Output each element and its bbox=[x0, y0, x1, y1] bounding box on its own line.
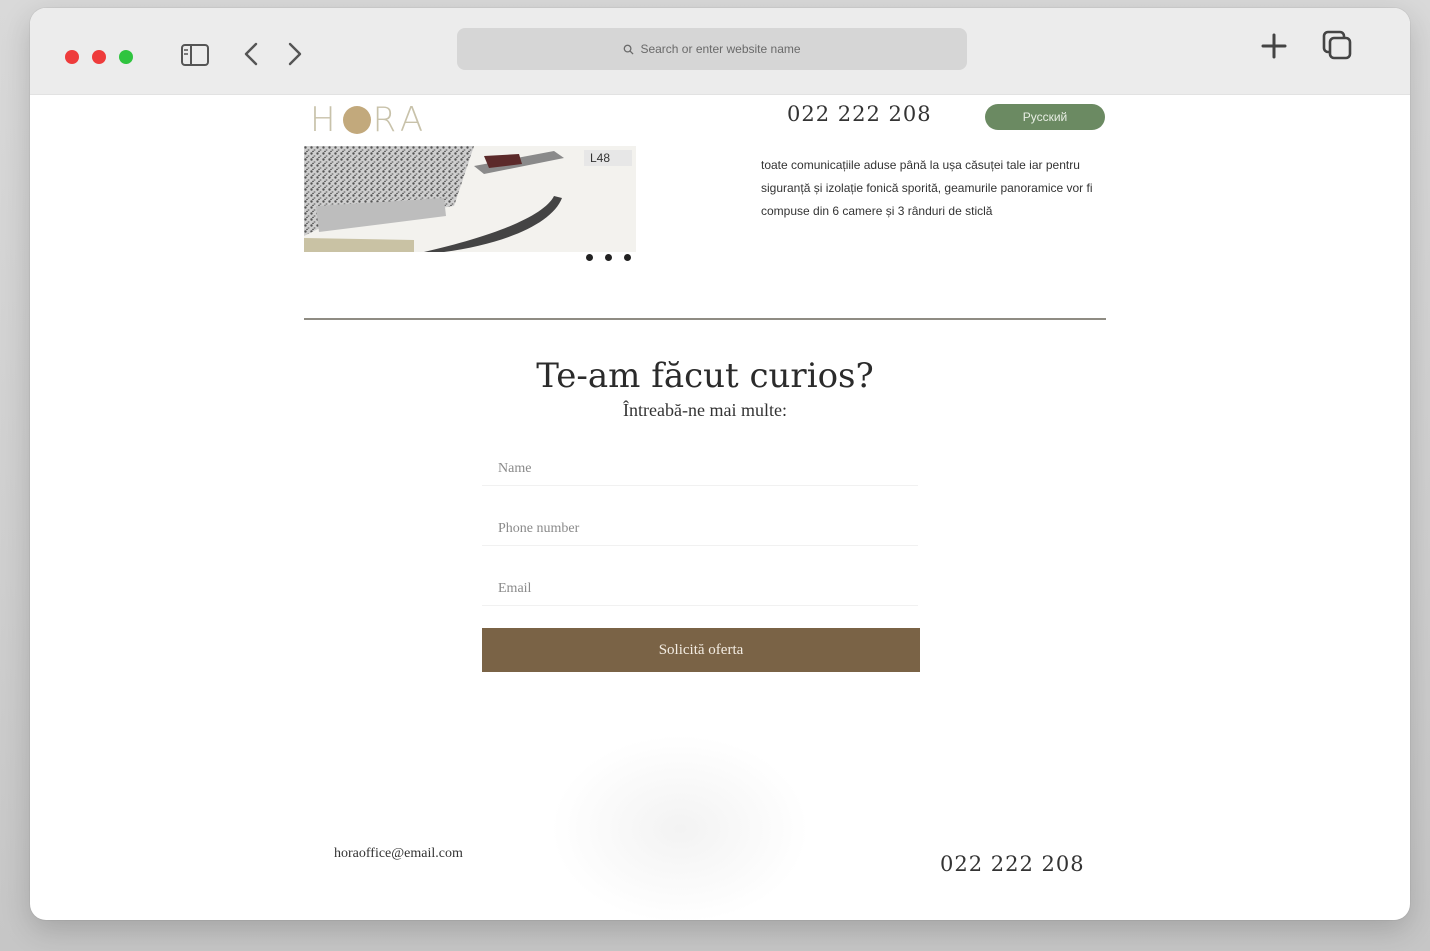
carousel-dot[interactable] bbox=[624, 254, 631, 261]
hero-image-sign: L48 bbox=[590, 151, 610, 165]
site-logo[interactable]: H RA bbox=[310, 100, 428, 140]
carousel-dot[interactable] bbox=[586, 254, 593, 261]
language-button[interactable]: Русский bbox=[985, 104, 1105, 130]
name-field[interactable] bbox=[482, 452, 918, 486]
browser-toolbar: Search or enter website name bbox=[30, 8, 1410, 95]
address-bar[interactable]: Search or enter website name bbox=[457, 28, 967, 70]
page-content: H RA 022 222 208 Русский L48 toate comun… bbox=[30, 94, 1410, 920]
footer-email-link[interactable]: horaoffice@email.com bbox=[334, 846, 463, 862]
footer-phone[interactable]: 022 222 208 bbox=[940, 852, 1085, 876]
maximize-window-button[interactable] bbox=[119, 50, 133, 64]
close-window-button[interactable] bbox=[65, 50, 79, 64]
phone-field[interactable] bbox=[482, 512, 918, 546]
new-tab-icon[interactable] bbox=[1258, 30, 1290, 62]
contact-subheading: Întreabă-ne mai multe: bbox=[623, 400, 787, 420]
section-divider bbox=[304, 318, 1106, 320]
request-offer-button[interactable]: Solicită oferta bbox=[482, 628, 920, 672]
logo-mark-icon bbox=[342, 106, 371, 134]
logo-text: H RA bbox=[310, 100, 429, 140]
sidebar-toggle-icon[interactable] bbox=[180, 42, 210, 68]
address-placeholder: Search or enter website name bbox=[640, 42, 801, 56]
forward-arrow-icon[interactable] bbox=[282, 40, 306, 68]
browser-window: Search or enter website name H RA 022 222… bbox=[30, 8, 1410, 920]
email-field[interactable] bbox=[482, 572, 918, 606]
back-arrow-icon[interactable] bbox=[240, 40, 264, 68]
carousel-dot[interactable] bbox=[605, 254, 612, 261]
header-phone[interactable]: 022 222 208 bbox=[787, 102, 932, 126]
footer-decoration bbox=[550, 734, 810, 920]
hero-description: toate comunicațiile aduse până la ușa că… bbox=[761, 158, 1093, 218]
tab-overview-icon[interactable] bbox=[1320, 28, 1354, 62]
search-icon bbox=[624, 44, 634, 55]
minimize-window-button[interactable] bbox=[92, 50, 106, 64]
hero-image: L48 bbox=[304, 146, 636, 252]
carousel-dots bbox=[586, 254, 631, 261]
contact-heading: Te-am făcut curios? bbox=[536, 356, 874, 396]
